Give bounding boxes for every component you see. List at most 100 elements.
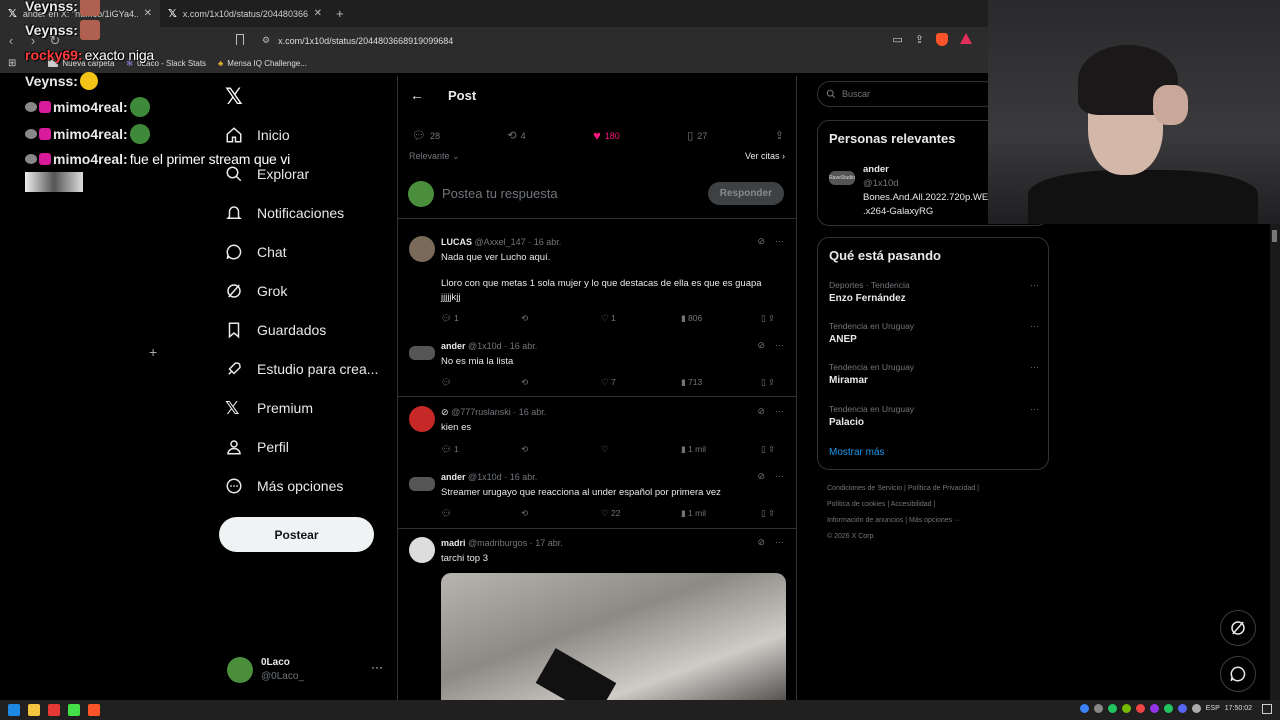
footer-link[interactable]: Política de cookies bbox=[827, 501, 885, 508]
grok-icon[interactable]: ⊘ bbox=[757, 236, 765, 247]
bookmark-icon[interactable]: ▯ ⇪ bbox=[761, 313, 775, 324]
tray-icon[interactable] bbox=[1149, 704, 1159, 713]
more-icon[interactable]: ··· bbox=[775, 406, 784, 417]
views-action[interactable]: ▮ 806 bbox=[681, 313, 761, 324]
back-arrow-icon[interactable]: ← bbox=[410, 87, 424, 103]
reply-input[interactable]: Postea tu respuesta bbox=[442, 186, 700, 201]
trend-item[interactable]: Tendencia en Uruguay Miramar ··· bbox=[829, 362, 1039, 386]
like-action[interactable]: ♡ 7 bbox=[601, 377, 681, 388]
more-icon[interactable]: ··· bbox=[775, 340, 784, 351]
grok-icon[interactable]: ⊘ bbox=[757, 471, 765, 482]
tweet-media-image[interactable] bbox=[441, 573, 786, 700]
bookmark-icon[interactable]: ▯ ⇪ bbox=[761, 444, 775, 455]
repost-action[interactable]: ⟲ bbox=[521, 377, 601, 388]
reply-action[interactable]: 💬︎ bbox=[441, 508, 521, 519]
more-icon[interactable]: ··· bbox=[775, 471, 784, 482]
more-icon[interactable]: ··· bbox=[371, 660, 383, 674]
notification-icon[interactable] bbox=[1262, 704, 1272, 714]
views-action[interactable]: ▮ 1 mil bbox=[681, 508, 761, 519]
tray-icon[interactable] bbox=[1135, 704, 1145, 713]
views-action[interactable]: ▮ 713 bbox=[681, 377, 761, 388]
volume-icon[interactable] bbox=[1191, 704, 1201, 713]
views-action[interactable]: ▮ 1 mil bbox=[681, 444, 761, 455]
view-quotes-link[interactable]: Ver citas › bbox=[745, 151, 785, 162]
brave-icon[interactable] bbox=[88, 704, 100, 716]
apps-grid-icon[interactable]: ⊞ bbox=[8, 58, 16, 69]
more-icon[interactable]: ··· bbox=[775, 236, 784, 247]
tray-icon[interactable] bbox=[1079, 704, 1089, 713]
more-icon[interactable]: ··· bbox=[775, 537, 784, 548]
nav-item-estudio[interactable]: Estudio para crea... bbox=[225, 360, 378, 378]
grok-icon[interactable]: ⊘ bbox=[757, 537, 765, 548]
more-icon[interactable]: ··· bbox=[1030, 362, 1039, 372]
like-action[interactable]: ♡ 1 bbox=[601, 313, 681, 324]
share-stat[interactable]: ⇪ bbox=[775, 128, 784, 143]
repost-action[interactable]: ⟲ bbox=[521, 508, 601, 519]
brave-shields-icon[interactable] bbox=[936, 33, 948, 46]
clock[interactable]: 17:50:02 bbox=[1225, 705, 1252, 712]
like-action[interactable]: ♡ 22 bbox=[601, 508, 681, 519]
nav-item-guardados[interactable]: Guardados bbox=[225, 321, 326, 339]
discord-icon[interactable] bbox=[1177, 704, 1187, 713]
install-app-icon[interactable]: ▭ bbox=[892, 33, 902, 46]
reply-action[interactable]: 💬︎ 1 bbox=[441, 444, 521, 455]
reply-action[interactable]: 💬︎ 1 bbox=[441, 313, 521, 324]
tray-icon[interactable] bbox=[1107, 704, 1117, 713]
reply-stat[interactable]: 💬︎ 28 bbox=[412, 128, 440, 143]
more-icon[interactable]: ··· bbox=[1030, 321, 1039, 331]
author-name: madri bbox=[441, 538, 466, 548]
reply-action[interactable]: 💬︎ bbox=[441, 377, 521, 388]
bookmark-icon[interactable]: ▯ ⇪ bbox=[761, 508, 775, 519]
nav-item-mas-opciones[interactable]: Más opciones bbox=[225, 477, 343, 495]
footer-link[interactable]: Más opciones ··· bbox=[909, 517, 961, 524]
nav-item-perfil[interactable]: Perfil bbox=[225, 438, 289, 456]
search-input[interactable]: Buscar bbox=[817, 81, 997, 107]
more-icon[interactable]: ··· bbox=[1030, 280, 1039, 290]
grok-icon[interactable]: ⊘ bbox=[757, 406, 765, 417]
language-indicator[interactable]: ESP bbox=[1206, 705, 1220, 712]
footer-link[interactable]: Política de Privacidad bbox=[908, 485, 975, 492]
app-icon[interactable] bbox=[68, 704, 80, 716]
repost-action[interactable]: ⟲ bbox=[521, 313, 601, 324]
nav-item-chat[interactable]: Chat bbox=[225, 243, 287, 261]
grok-float-button[interactable] bbox=[1220, 610, 1256, 646]
app-icon[interactable] bbox=[48, 704, 60, 716]
repost-action[interactable]: ⟲ bbox=[521, 444, 601, 455]
bookmark-stat[interactable]: ▯ 27 bbox=[687, 128, 707, 143]
grok-icon[interactable]: ⊘ bbox=[757, 340, 765, 351]
trend-item[interactable]: Tendencia en Uruguay Palacio ··· bbox=[829, 404, 1039, 428]
trend-item[interactable]: Deportes · Tendencia Enzo Fernández ··· bbox=[829, 280, 1039, 304]
nav-item-premium[interactable]: 𝕏 Premium bbox=[225, 399, 313, 417]
repost-stat[interactable]: ⟲ 4 bbox=[507, 128, 525, 143]
chat-text: fue el primer stream que vi bbox=[129, 151, 291, 167]
reply-button[interactable]: Responder bbox=[707, 182, 784, 205]
like-action[interactable]: ♡ bbox=[601, 444, 681, 455]
post-button[interactable]: Postear bbox=[219, 517, 374, 552]
chat-float-button[interactable] bbox=[1220, 656, 1256, 692]
footer-link[interactable]: Condiciones de Servicio bbox=[827, 485, 902, 492]
like-stat[interactable]: ♥ 180 bbox=[593, 128, 620, 143]
trend-item[interactable]: Tendencia en Uruguay ANEP ··· bbox=[829, 321, 1039, 345]
page-scrollbar[interactable] bbox=[1270, 224, 1280, 700]
bookmark-icon[interactable]: ▯ ⇪ bbox=[761, 377, 775, 388]
tray-icon[interactable] bbox=[1093, 704, 1103, 713]
brave-rewards-icon[interactable] bbox=[960, 33, 972, 44]
relevant-person[interactable]: RaveStudio ander @1x10d Bones.And.All.20… bbox=[829, 163, 995, 219]
footer-link[interactable]: Información de anuncios bbox=[827, 517, 903, 524]
footer-link[interactable]: Accesibilidad bbox=[891, 501, 932, 508]
file-explorer-icon[interactable] bbox=[28, 704, 40, 716]
search-placeholder: Buscar bbox=[842, 89, 871, 99]
nav-item-notificaciones[interactable]: Notificaciones bbox=[225, 204, 344, 222]
account-switcher[interactable]: 0Laco @0Laco_ ··· bbox=[227, 656, 387, 684]
start-icon[interactable] bbox=[8, 704, 20, 716]
sort-dropdown[interactable]: Relevante ⌄ bbox=[409, 151, 460, 162]
show-more-link[interactable]: Mostrar más bbox=[829, 447, 885, 458]
back-icon[interactable]: ‹ bbox=[0, 33, 22, 48]
share-icon[interactable]: ⇪ bbox=[915, 33, 924, 46]
tray-icon[interactable] bbox=[1163, 704, 1173, 713]
more-icon[interactable]: ··· bbox=[1030, 404, 1039, 414]
nav-item-grok[interactable]: Grok bbox=[225, 282, 287, 300]
scrollbar-thumb[interactable] bbox=[1272, 230, 1277, 242]
nvidia-icon[interactable] bbox=[1121, 704, 1131, 713]
author-handle: @Axxel_147 bbox=[474, 237, 526, 247]
